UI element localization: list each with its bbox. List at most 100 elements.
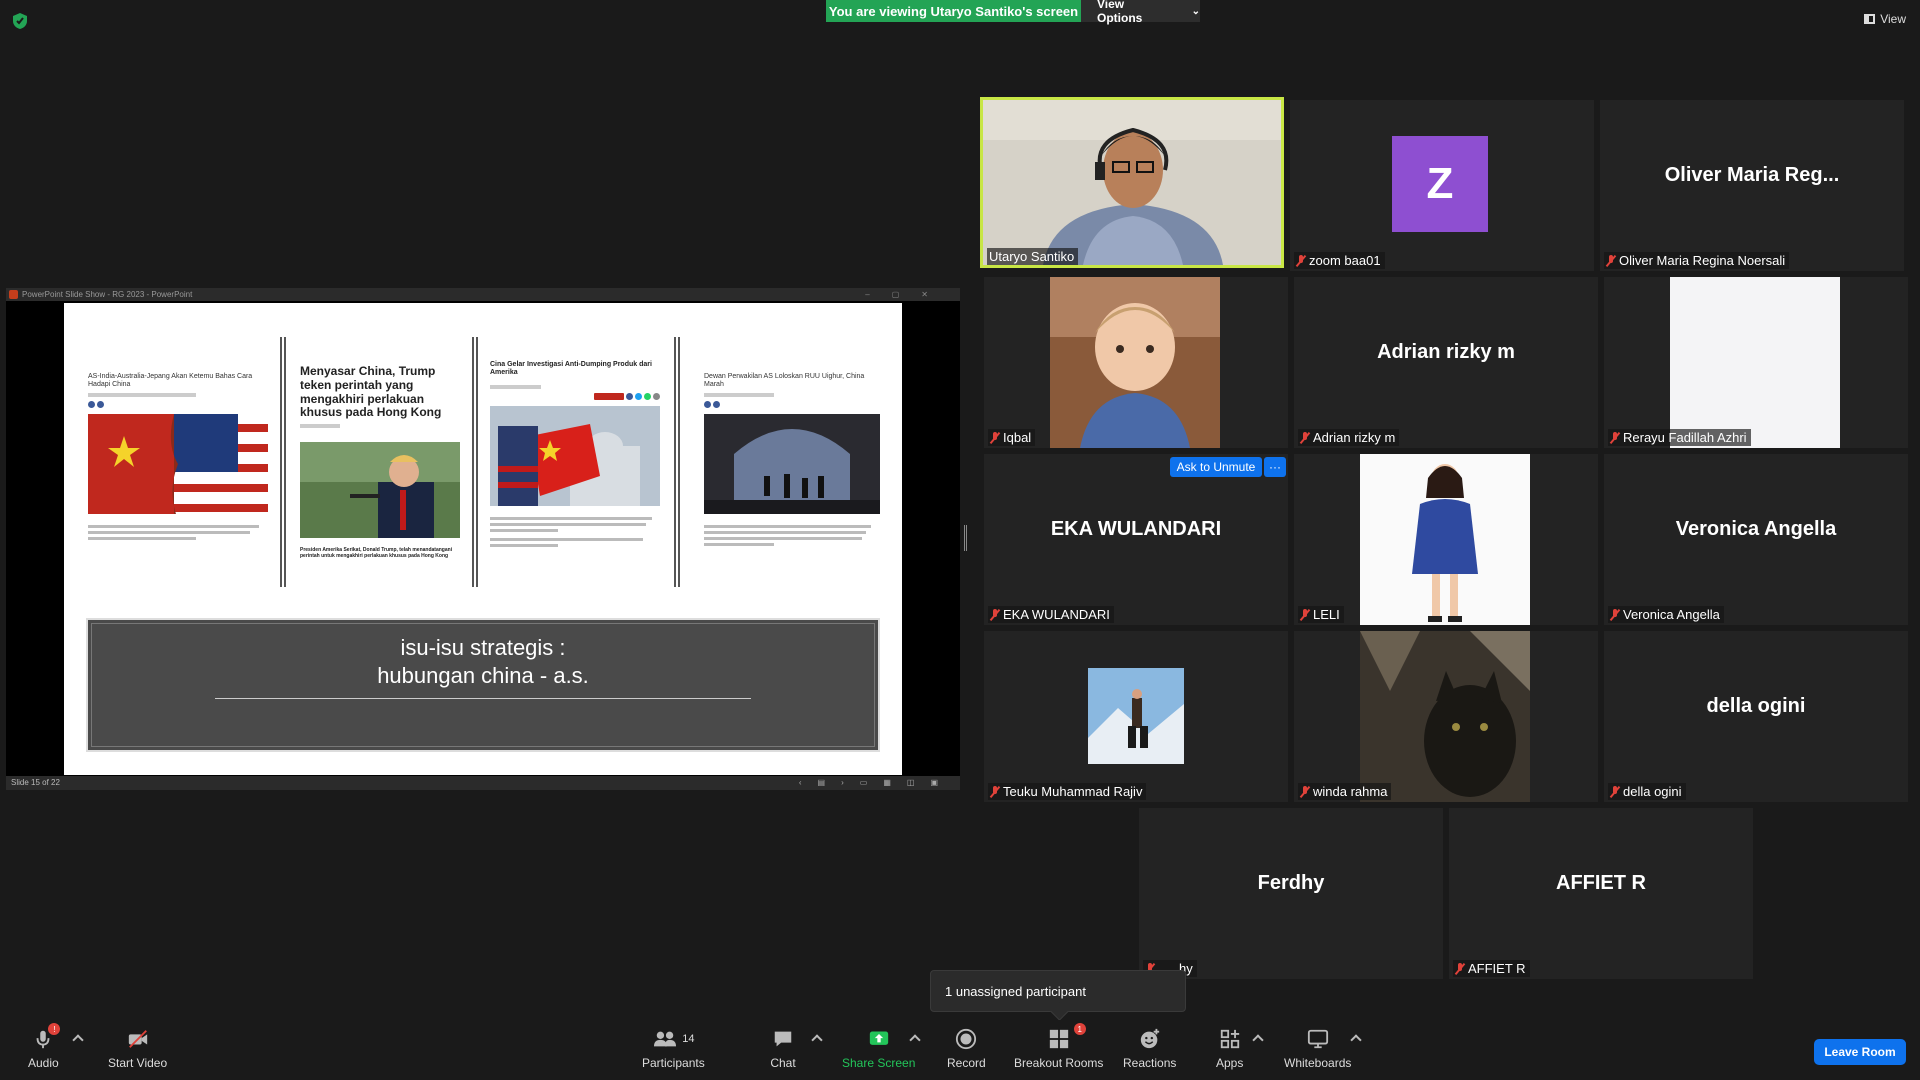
silhouette-image	[704, 414, 880, 515]
mic-muted-icon	[1300, 785, 1310, 798]
participant-display-name: Oliver Maria Reg...	[1664, 164, 1840, 186]
view-options-button[interactable]: View Options ⌄	[1081, 0, 1200, 25]
participant-name-label: Adrian rizky m	[1298, 429, 1400, 446]
participant-tile[interactable]: Veronica Angella Veronica Angella	[1604, 454, 1908, 625]
video-feed-utaryo	[983, 100, 1281, 265]
chat-icon	[770, 1026, 796, 1052]
participant-tile[interactable]: Ferdhy hy	[1139, 808, 1443, 979]
audio-warning-badge: !	[48, 1023, 61, 1035]
participant-tile[interactable]: della ogini della ogini	[1604, 631, 1908, 802]
participant-tile[interactable]: Iqbal	[984, 277, 1288, 448]
news-article-2: Menyasar China, Trump teken perintah yan…	[300, 337, 460, 587]
apps-options-caret[interactable]	[1252, 1034, 1264, 1046]
participant-display-name: della ogini	[1706, 695, 1806, 717]
news-article-title-2: Menyasar China, Trump teken perintah yan…	[300, 364, 442, 420]
news-article-title-1: AS-India-Australia-Jepang Akan Ketemu Ba…	[88, 373, 253, 389]
shared-screen[interactable]: PowerPoint Slide Show - RG 2023 - PowerP…	[6, 288, 960, 790]
participant-tile[interactable]: winda rahma	[1294, 631, 1598, 802]
participant-tile[interactable]: AFFIET R AFFIET R	[1449, 808, 1753, 979]
whiteboards-button[interactable]: Whiteboards	[1284, 1026, 1351, 1070]
reactions-button[interactable]: Reactions	[1123, 1026, 1176, 1070]
news-article-4: Dewan Perwakilan AS Loloskan RUU Uighur,…	[704, 337, 880, 587]
participant-tile[interactable]: EKA WULANDARI EKA WULANDARI	[984, 454, 1288, 625]
participant-tile[interactable]: Oliver Maria Reg... Oliver Maria Regina …	[1600, 100, 1904, 271]
mic-muted-icon	[1296, 254, 1306, 267]
start-video-button[interactable]: Start Video	[108, 1026, 167, 1070]
profile-photo-child	[1050, 277, 1220, 448]
trump-photo	[300, 442, 460, 539]
participant-name-label: della ogini	[1608, 783, 1686, 800]
view-options-label: View Options	[1097, 0, 1143, 25]
profile-photo-blank	[1670, 277, 1840, 448]
powerpoint-icon	[9, 290, 18, 299]
share-screen-icon	[866, 1026, 892, 1052]
mic-muted-icon	[1610, 431, 1620, 444]
meeting-toolbar: ! Audio Start Video 14 Participants Chat	[0, 1020, 1920, 1080]
mic-muted-icon	[1300, 608, 1310, 621]
mic-muted-icon	[1455, 962, 1465, 975]
smiley-plus-icon	[1137, 1026, 1163, 1052]
participant-tile[interactable]: Utaryo Santiko	[980, 97, 1284, 268]
security-shield-icon[interactable]	[12, 12, 28, 30]
participants-count: 14	[682, 1033, 695, 1045]
split-resize-handle[interactable]	[964, 525, 967, 551]
whiteboards-options-caret[interactable]	[1350, 1034, 1362, 1046]
mic-muted-icon	[990, 431, 1000, 444]
mic-muted-icon	[1606, 254, 1616, 267]
record-button[interactable]: Record	[947, 1026, 986, 1070]
participant-name-label: AFFIET R	[1453, 960, 1530, 977]
viewing-screen-banner: You are viewing Utaryo Santiko's screen	[826, 0, 1081, 22]
window-controls-icon: –▢✕	[865, 290, 950, 299]
share-screen-button[interactable]: Share Screen	[842, 1026, 915, 1070]
chevron-down-icon: ⌄	[1191, 5, 1200, 17]
share-icons	[88, 401, 268, 409]
participant-name-label: Iqbal	[988, 429, 1036, 446]
participant-tile[interactable]: Z zoom baa01	[1290, 100, 1594, 271]
divider	[674, 337, 680, 587]
breakout-rooms-button[interactable]: 1 Breakout Rooms	[1014, 1023, 1103, 1070]
news-article-caption-2: Presiden Amerika Serikat, Donald Trump, …	[300, 547, 453, 559]
more-options-button[interactable]: ···	[1264, 457, 1286, 477]
participant-tile[interactable]: Teuku Muhammad Rajiv	[984, 631, 1288, 802]
participant-name-label: EKA WULANDARI	[988, 606, 1114, 623]
participants-button[interactable]: 14 Participants	[642, 1026, 705, 1070]
participant-tile[interactable]: Rerayu Fadillah Azhri	[1604, 277, 1908, 448]
zoom-window: You are viewing Utaryo Santiko's screen …	[0, 0, 1920, 1080]
ask-to-unmute-button[interactable]: Ask to Unmute	[1170, 457, 1262, 477]
participant-name-label: winda rahma	[1298, 783, 1392, 800]
breakout-badge: 1	[1073, 1023, 1086, 1035]
chat-options-caret[interactable]	[811, 1034, 823, 1046]
leave-room-button[interactable]: Leave Room	[1814, 1039, 1906, 1065]
divider	[280, 337, 286, 587]
news-article-title-3: Cina Gelar Investigasi Anti-Dumping Prod…	[490, 361, 652, 377]
slideshow-controls-icon[interactable]: ‹▤›▭▦◫▣	[799, 776, 954, 790]
participant-name-label: zoom baa01	[1294, 252, 1385, 269]
slide-counter: Slide 15 of 22	[11, 778, 60, 787]
profile-photo-leli	[1360, 454, 1530, 625]
share-icons	[704, 401, 880, 409]
slide-title-box: isu-isu strategis : hubungan china - a.s…	[86, 618, 880, 752]
grid-view-icon	[1864, 14, 1876, 24]
participant-tile[interactable]: Adrian rizky m Adrian rizky m	[1294, 277, 1598, 448]
apps-button[interactable]: Apps	[1216, 1026, 1243, 1070]
china-capitol-image	[490, 406, 660, 507]
news-article-1: AS-India-Australia-Jepang Akan Ketemu Ba…	[88, 337, 268, 587]
view-label: View	[1880, 12, 1906, 26]
video-off-icon	[125, 1026, 151, 1052]
audio-options-caret[interactable]	[72, 1034, 84, 1046]
profile-photo-mountain	[1088, 668, 1184, 764]
news-article-3: Cina Gelar Investigasi Anti-Dumping Prod…	[490, 337, 660, 587]
view-button[interactable]: View	[1864, 12, 1906, 26]
mic-muted-icon	[990, 608, 1000, 621]
apps-icon	[1217, 1026, 1243, 1052]
participant-name-label: Veronica Angella	[1608, 606, 1724, 623]
slide-title-rule	[215, 698, 751, 699]
unassigned-participant-tooltip: 1 unassigned participant	[930, 970, 1186, 1012]
slide-title-line1: isu-isu strategis :	[400, 635, 566, 660]
chat-button[interactable]: Chat	[770, 1026, 796, 1070]
participant-tile[interactable]: LELI	[1294, 454, 1598, 625]
slide-title-line2: hubungan china - a.s.	[377, 663, 589, 688]
audio-button[interactable]: ! Audio	[28, 1023, 61, 1070]
mic-muted-icon	[1610, 608, 1620, 621]
participant-name-label: LELI	[1298, 606, 1344, 623]
